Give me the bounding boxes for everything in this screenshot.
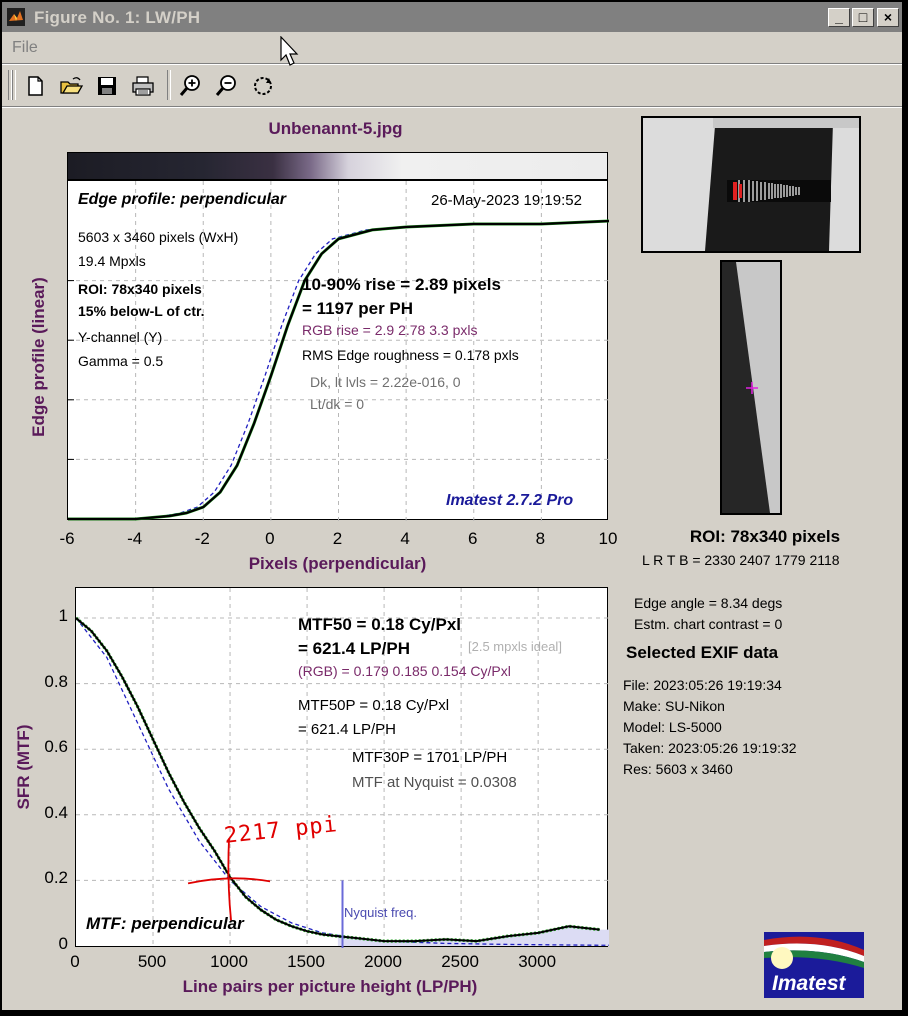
ideal-note: [2.5 mpxls ideal] xyxy=(468,639,562,654)
minimize-button[interactable]: _ xyxy=(828,8,850,27)
edge-plot-heading: Edge profile: perpendicular xyxy=(78,191,287,208)
edge-xtick-label: 0 xyxy=(265,529,275,548)
toolbar-divider xyxy=(2,106,902,108)
edge-gradient-strip xyxy=(67,152,608,180)
toolbar-grip-2 xyxy=(12,70,16,100)
mtf50-rgb: (RGB) = 0.179 0.185 0.154 Cy/Pxl xyxy=(298,663,511,679)
close-button[interactable]: × xyxy=(877,8,899,27)
light-dark-ratio: Lt/dk = 0 xyxy=(310,396,365,412)
channel-info: Y-channel (Y) Gamma = 0.5 xyxy=(78,325,163,373)
mtf50-cycles: MTF50 = 0.18 Cy/Pxl xyxy=(298,615,461,634)
mtf-ytick-label: 0.4 xyxy=(44,802,68,822)
mtf50p-result: MTF50P = 0.18 Cy/Pxl = 621.4 LP/PH xyxy=(298,694,449,742)
mtf-xtick-label: 2000 xyxy=(364,952,402,971)
rms-roughness: RMS Edge roughness = 0.178 pxls xyxy=(302,347,519,363)
zoom-out-icon[interactable] xyxy=(214,73,240,99)
mtf-ytick-label: 0.8 xyxy=(44,671,68,691)
rgb-rise: RGB rise = 2.9 2.78 3.3 pxls xyxy=(302,322,478,338)
toolbar-separator xyxy=(167,70,171,100)
edge-ylabel: Edge profile (linear) xyxy=(29,277,48,437)
mtf50p-cycles: MTF50P = 0.18 Cy/Pxl xyxy=(298,697,450,714)
mtf-xlabel: Line pairs per picture height (LP/PH) xyxy=(182,977,478,996)
chart-thumbnail-image xyxy=(643,118,859,251)
maximize-button[interactable]: □ xyxy=(852,8,874,27)
zoom-in-icon[interactable] xyxy=(178,73,204,99)
mtf-xtick-label: 1000 xyxy=(210,952,248,971)
rise-pixels: 10-90% rise = 2.89 pixels xyxy=(302,275,501,294)
gamma-value: Gamma = 0.5 xyxy=(78,353,164,369)
image-megapixels: 19.4 Mpxls xyxy=(78,253,146,269)
file-title: Unbenannt-5.jpg xyxy=(268,119,403,138)
imatest-logo-text: Imatest xyxy=(772,972,846,995)
rise-per-ph: = 1197 per PH xyxy=(302,299,414,318)
nyquist-label: Nyquist freq. xyxy=(344,905,417,920)
edge-xtick-label: -6 xyxy=(59,529,75,548)
exif-res: Res: 5603 x 3460 xyxy=(623,761,733,777)
image-dimensions: 5603 x 3460 pixels (WxH) xyxy=(78,229,239,245)
roi-location: 15% below-L of ctr. xyxy=(78,303,205,319)
mtf-xtick-label: 2500 xyxy=(441,952,480,971)
roi-image xyxy=(720,260,782,515)
chart-thumbnail xyxy=(641,116,861,253)
edge-xtick-label: -4 xyxy=(127,529,143,548)
matlab-icon xyxy=(7,8,25,26)
mtf50p-lpph: = 621.4 LP/PH xyxy=(298,721,396,738)
title-bar[interactable]: Figure No. 1: LW/PH _ □ × xyxy=(2,2,902,32)
save-disk-icon[interactable] xyxy=(94,73,120,99)
mtf-ytick-label: 0.2 xyxy=(44,868,68,888)
mtf50-result: MTF50 = 0.18 Cy/Pxl = 621.4 LP/PH xyxy=(298,613,461,661)
mtf30p-result: MTF30P = 1701 LP/PH xyxy=(352,749,508,766)
exif-list: File: 2023:05:26 19:19:34 Make: SU-Nikon… xyxy=(623,675,797,780)
roi-coords: L R T B = 2330 2407 1779 2118 xyxy=(642,552,840,568)
menu-divider xyxy=(2,63,902,65)
roi-title: ROI: 78x340 pixels xyxy=(689,527,841,546)
mtf-xtick-label: 500 xyxy=(137,952,167,971)
mtf-aliasing-area xyxy=(337,926,609,946)
imatest-version: Imatest 2.7.2 Pro xyxy=(446,492,574,509)
mtf-ytick-label: 1 xyxy=(58,606,68,625)
mtf50-lpph: = 621.4 LP/PH xyxy=(298,639,410,658)
mtf-xtick-label: 1500 xyxy=(287,952,325,971)
chart-contrast: Estm. chart contrast = 0 xyxy=(634,616,783,632)
edge-xtick-label: 2 xyxy=(332,529,343,548)
open-folder-icon[interactable] xyxy=(58,73,84,99)
mtf-plot-area: MTF50 = 0.18 Cy/Pxl = 621.4 LP/PH [2.5 m… xyxy=(75,587,609,948)
edge-xtick-label: 6 xyxy=(468,529,478,548)
exif-make: Make: SU-Nikon xyxy=(623,698,725,714)
print-icon[interactable] xyxy=(130,73,156,99)
edge-plot-date: 26-May-2023 19:19:52 xyxy=(431,192,582,209)
exif-file: File: 2023:05:26 19:19:34 xyxy=(623,677,782,693)
window-title: Figure No. 1: LW/PH xyxy=(34,8,201,27)
mtf-xtick-label: 0 xyxy=(70,952,80,971)
edge-plot-area: Edge profile: perpendicular 26-May-2023 … xyxy=(67,180,609,521)
channel-name: Y-channel (Y) xyxy=(78,329,163,345)
edge-angle: Edge angle = 8.34 degs xyxy=(634,595,783,611)
image-info: 5603 x 3460 pixels (WxH) 19.4 Mpxls xyxy=(78,225,238,273)
rise-result: 10-90% rise = 2.89 pixels = 1197 per PH xyxy=(302,273,501,321)
rotate-icon[interactable] xyxy=(250,73,276,99)
menu-file[interactable]: File xyxy=(12,39,38,57)
exif-model: Model: LS-5000 xyxy=(623,719,722,735)
exif-title: Selected EXIF data xyxy=(626,643,779,662)
mouse-cursor-icon xyxy=(280,36,299,66)
mtf-ytick-label: 0 xyxy=(58,934,68,953)
edge-xtick-label: 4 xyxy=(400,529,410,548)
edge-xlabel: Pixels (perpendicular) xyxy=(248,554,427,573)
edge-xtick-label: -2 xyxy=(194,529,210,548)
dark-light-levels: Dk, lt lvls = 2.22e-016, 0 xyxy=(310,374,461,390)
toolbar xyxy=(2,66,902,106)
mtf-at-nyquist: MTF at Nyquist = 0.0308 xyxy=(352,774,517,791)
mtf-ytick-label: 0.6 xyxy=(44,737,68,757)
roi-size: ROI: 78x340 pixels xyxy=(78,281,202,297)
roi-edge-image xyxy=(722,262,780,513)
figure-window: Figure No. 1: LW/PH _ □ × File Unbenannt… xyxy=(0,0,904,1012)
mtf-plot-heading: MTF: perpendicular xyxy=(86,914,244,933)
imatest-logo: Imatest xyxy=(764,932,864,998)
edge-xtick-label: 8 xyxy=(535,529,546,548)
menu-bar: File xyxy=(2,32,902,62)
new-file-icon[interactable] xyxy=(22,73,48,99)
mtf-xtick-label: 3000 xyxy=(518,952,557,971)
exif-taken: Taken: 2023:05:26 19:19:32 xyxy=(623,740,797,756)
roi-info: ROI: 78x340 pixels 15% below-L of ctr. xyxy=(78,278,205,322)
